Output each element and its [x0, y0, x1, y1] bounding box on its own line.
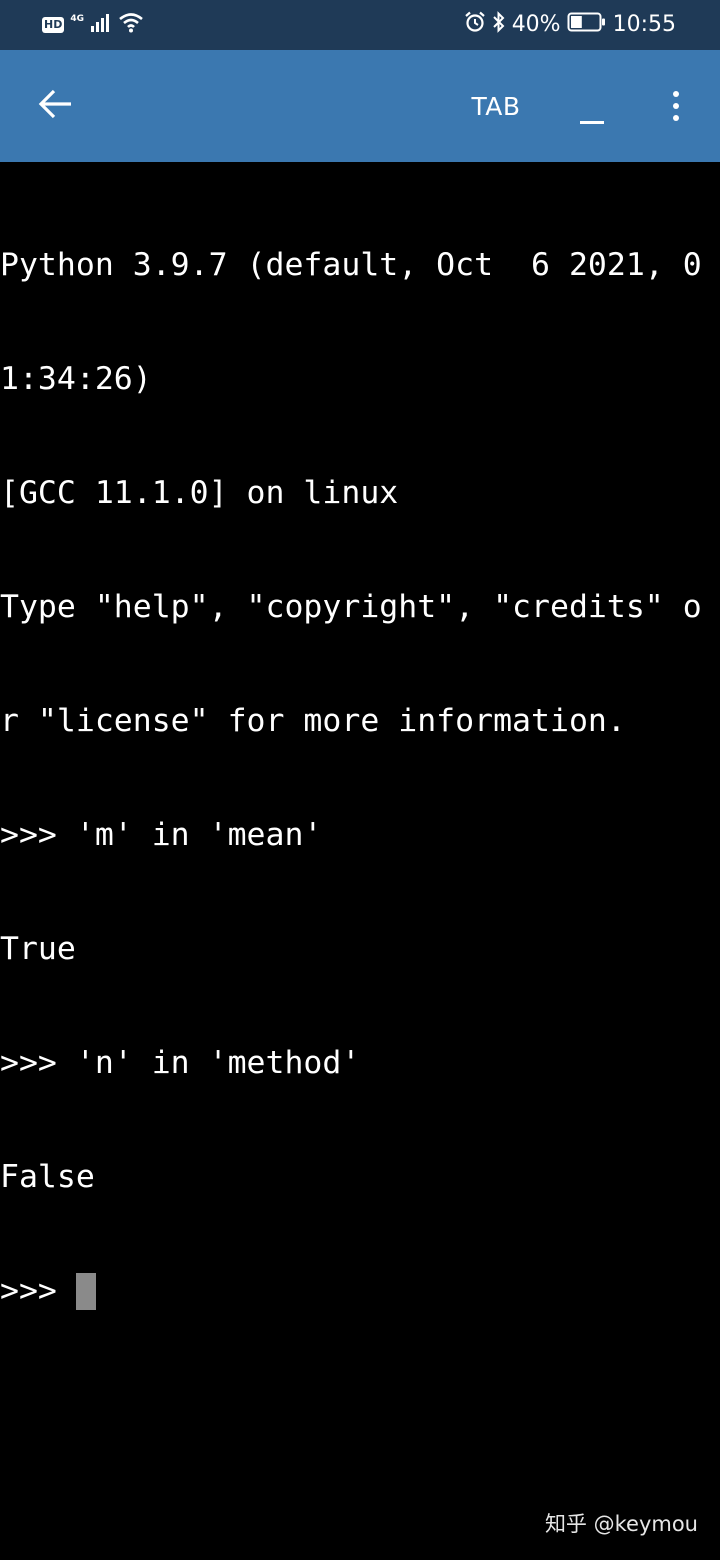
overflow-menu-button[interactable] [650, 80, 702, 132]
watermark: 知乎 @keymou [544, 1512, 698, 1536]
more-vertical-icon [673, 91, 679, 97]
terminal-line: False [0, 1159, 95, 1195]
network-type-label: 4G [70, 14, 84, 24]
underscore-key-button[interactable] [564, 80, 620, 132]
arrow-left-icon [38, 88, 74, 124]
battery-icon [567, 11, 607, 39]
text-cursor [75, 1273, 96, 1310]
status-bar: HD 4G 40% 10:55 [0, 0, 720, 50]
alarm-clock-icon [464, 11, 486, 39]
bluetooth-icon [492, 11, 506, 39]
terminal-prompt: >>> [0, 1273, 76, 1309]
status-left-group: HD 4G [42, 12, 144, 38]
terminal-line: r "license" for more information. [0, 703, 626, 739]
terminal-line: 1:34:26) [0, 361, 152, 397]
status-right-group: 40% 10:55 [464, 11, 676, 39]
terminal-line: Type "help", "copyright", "credits" o [0, 589, 702, 625]
battery-percent: 40% [511, 12, 561, 37]
underscore-key-icon [580, 121, 604, 124]
terminal-line: >>> 'm' in 'mean' [0, 817, 323, 853]
signal-bars-icon [90, 12, 112, 38]
terminal-line: [GCC 11.1.0] on linux [0, 475, 399, 511]
hd-badge: HD [42, 17, 65, 33]
tab-key-button[interactable]: TAB [456, 80, 536, 132]
terminal-output[interactable]: Python 3.9.7 (default, Oct 6 2021, 0 1:3… [0, 162, 720, 1560]
more-vertical-icon-dot [673, 115, 679, 121]
wifi-icon [118, 11, 144, 39]
terminal-line: Python 3.9.7 (default, Oct 6 2021, 0 [0, 247, 702, 283]
more-vertical-icon-dot [673, 103, 679, 109]
clock-time: 10:55 [612, 12, 676, 37]
back-button[interactable] [26, 76, 86, 136]
app-toolbar: TAB [0, 50, 720, 162]
terminal-prompt-line[interactable]: >>> [0, 1272, 720, 1310]
terminal-line: >>> 'n' in 'method' [0, 1045, 361, 1081]
terminal-line: True [0, 931, 76, 967]
